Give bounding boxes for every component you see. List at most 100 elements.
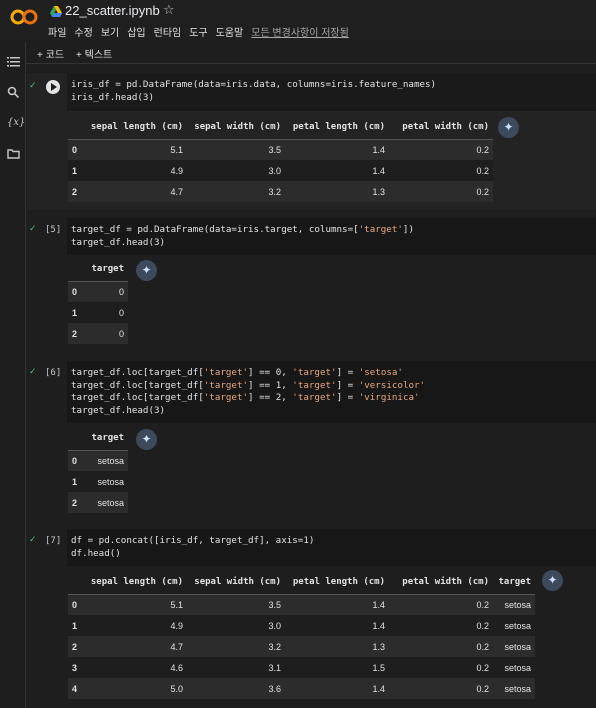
table-cell: 3.0 — [268, 165, 281, 176]
code-line: target_df.head(3) — [71, 404, 166, 416]
menu-edit[interactable]: 수정 — [74, 24, 92, 39]
table-header: petal width (cm) — [402, 122, 489, 133]
save-status[interactable]: 모든 변경사항이 저장됨 — [251, 24, 349, 39]
table-cell: setosa — [97, 476, 124, 487]
folder-icon[interactable] — [7, 147, 20, 160]
table-cell: 4.9 — [170, 165, 183, 176]
table-header — [68, 116, 86, 139]
table-row: 2 4.7 3.2 1.3 0.2 — [68, 181, 493, 202]
search-icon[interactable] — [7, 86, 20, 99]
menu-insert[interactable]: 삽입 — [127, 24, 145, 39]
menu-tools[interactable]: 도구 — [189, 24, 207, 39]
code-editor[interactable]: target_df.loc[target_df['target'] == 0, … — [67, 361, 596, 423]
table-cell: 4.7 — [170, 641, 183, 652]
table-cell: 0 — [118, 307, 124, 318]
menu-view[interactable]: 보기 — [101, 24, 119, 39]
table-cell: setosa — [504, 620, 531, 631]
table-cell: 0.2 — [476, 662, 489, 673]
table-header: sepal length (cm) — [90, 122, 183, 133]
code-editor[interactable]: df = pd.concat([iris_df, target_df], axi… — [67, 529, 596, 566]
magic-wand-icon[interactable]: ✦ — [498, 117, 519, 138]
table-cell: 0.2 — [476, 599, 489, 610]
notebook-title[interactable]: 22_scatter.ipynb — [65, 3, 160, 18]
cell-output: target 0 0 1 0 2 0 ✦ — [67, 255, 596, 347]
table-cell: setosa — [97, 455, 124, 466]
table-row: 4 5.0 3.6 1.4 0.2 setosa — [68, 678, 535, 699]
table-header — [68, 427, 86, 450]
dataframe-table: target 0 0 1 0 2 0 — [68, 258, 128, 344]
row-index: 2 — [72, 186, 78, 197]
table-cell: 5.0 — [170, 683, 183, 694]
table-row: 2 4.7 3.2 1.3 0.2 setosa — [68, 636, 535, 657]
table-cell: setosa — [504, 599, 531, 610]
row-index: 1 — [72, 476, 78, 487]
execution-count: [5] — [45, 225, 62, 235]
check-icon: ✓ — [29, 367, 37, 377]
magic-wand-icon[interactable]: ✦ — [136, 429, 157, 450]
colab-logo[interactable] — [10, 8, 38, 26]
table-header: target — [91, 264, 124, 275]
code-line: target_df.loc[target_df['target'] == 1, … — [71, 379, 426, 391]
table-cell: 1.4 — [372, 620, 385, 631]
table-cell: 3.5 — [268, 599, 281, 610]
code-line: iris_df = pd.DataFrame(data=iris.data, c… — [71, 79, 437, 90]
cell-output: sepal length (cm) sepal width (cm) petal… — [67, 111, 596, 210]
code-editor[interactable]: target_df = pd.DataFrame(data=iris.targe… — [67, 218, 596, 255]
table-row: 0 0 — [68, 281, 128, 302]
table-cell: setosa — [504, 683, 531, 694]
table-cell: 0.2 — [476, 165, 489, 176]
table-cell: 1.4 — [372, 144, 385, 155]
table-cell: 1.3 — [372, 641, 385, 652]
table-header: target — [498, 577, 531, 588]
magic-wand-icon[interactable]: ✦ — [136, 260, 157, 281]
code-editor[interactable]: iris_df = pd.DataFrame(data=iris.data, c… — [67, 73, 596, 111]
table-header: sepal width (cm) — [194, 577, 281, 588]
table-row: 2 setosa — [68, 492, 128, 513]
table-cell: 5.1 — [170, 599, 183, 610]
menu-help[interactable]: 도움말 — [216, 24, 244, 39]
table-cell: 3.2 — [268, 186, 281, 197]
row-index: 0 — [72, 455, 78, 466]
execution-count: [6] — [45, 368, 62, 378]
dataframe-table: sepal length (cm) sepal width (cm) petal… — [68, 116, 493, 202]
table-cell: 3.5 — [268, 144, 281, 155]
header: 22_scatter.ipynb ☆ 파일 수정 보기 삽입 런타임 도구 도움… — [0, 0, 596, 40]
table-cell: 0.2 — [476, 683, 489, 694]
variables-icon[interactable]: {x} — [7, 116, 25, 129]
table-cell: 0 — [118, 286, 124, 297]
table-cell: 1.4 — [372, 599, 385, 610]
code-line: target_df = pd.DataFrame(data=iris.targe… — [71, 224, 414, 235]
menu-runtime[interactable]: 런타임 — [154, 24, 182, 39]
cell-output: sepal length (cm) sepal width (cm) petal… — [67, 566, 596, 708]
table-header: sepal length (cm) — [90, 577, 183, 588]
table-row: 2 0 — [68, 323, 128, 344]
run-icon[interactable] — [46, 80, 60, 94]
toc-icon[interactable] — [7, 55, 20, 68]
table-cell: 1.4 — [372, 165, 385, 176]
table-header: petal width (cm) — [402, 577, 489, 588]
table-cell: 3.1 — [268, 662, 281, 673]
row-index: 1 — [72, 307, 78, 318]
table-header: petal length (cm) — [292, 577, 385, 588]
drive-icon[interactable] — [50, 6, 62, 17]
menu-file[interactable]: 파일 — [48, 24, 66, 39]
table-cell: 3.0 — [268, 620, 281, 631]
add-text-button[interactable]: + 텍스트 — [76, 46, 112, 61]
row-index: 0 — [72, 599, 78, 610]
table-cell: setosa — [504, 641, 531, 652]
add-code-button[interactable]: + 코드 — [37, 46, 64, 61]
code-line: iris_df.head(3) — [71, 91, 154, 103]
row-index: 0 — [72, 286, 78, 297]
table-row: 1 4.9 3.0 1.4 0.2 — [68, 160, 493, 181]
code-line: target_df.loc[target_df['target'] == 2, … — [71, 392, 420, 403]
magic-wand-icon[interactable]: ✦ — [542, 570, 563, 591]
row-index: 3 — [72, 662, 78, 673]
check-icon: ✓ — [29, 224, 37, 234]
row-index: 4 — [72, 683, 78, 694]
table-cell: 4.6 — [170, 662, 183, 673]
toolbar: + 코드 + 텍스트 — [26, 42, 596, 64]
table-row: 1 setosa — [68, 471, 128, 492]
table-cell: 0.2 — [476, 144, 489, 155]
table-cell: setosa — [97, 497, 124, 508]
star-icon[interactable]: ☆ — [163, 3, 175, 18]
